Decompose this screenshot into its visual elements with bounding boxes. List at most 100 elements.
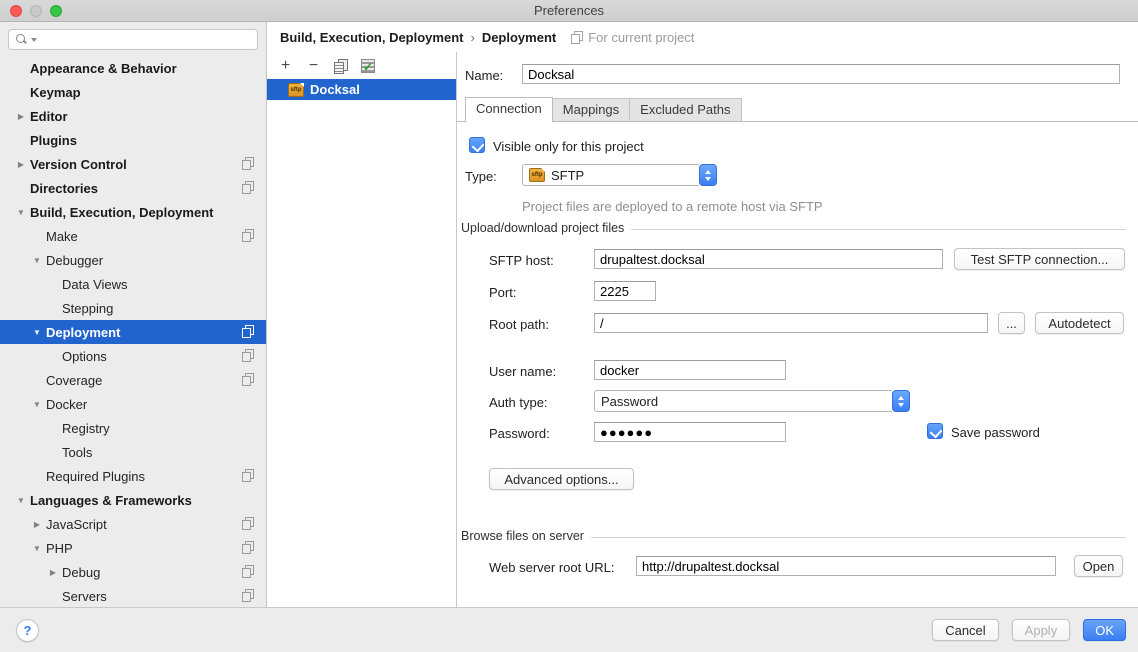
sidebar-item-editor[interactable]: ▶Editor <box>0 104 266 128</box>
web-root-input[interactable] <box>636 556 1056 576</box>
sidebar-item-stepping[interactable]: Stepping <box>0 296 266 320</box>
sftp-host-input[interactable] <box>594 249 943 269</box>
sidebar-item-coverage[interactable]: Coverage <box>0 368 266 392</box>
root-path-input[interactable] <box>594 313 988 333</box>
use-as-default-icon[interactable] <box>360 59 375 73</box>
sidebar-item-appearance-behavior[interactable]: Appearance & Behavior <box>0 56 266 80</box>
deployment-form: Name: ConnectionMappingsExcluded Paths V… <box>457 52 1138 607</box>
auth-type-dropdown-stepper-icon[interactable] <box>892 390 910 412</box>
sidebar-item-data-views[interactable]: Data Views <box>0 272 266 296</box>
chevron-right-icon[interactable]: ▶ <box>12 112 30 121</box>
sidebar-item-debugger[interactable]: ▼Debugger <box>0 248 266 272</box>
project-scope-icon <box>571 31 583 44</box>
sidebar-item-docker[interactable]: ▼Docker <box>0 392 266 416</box>
root-path-label: Root path: <box>489 317 549 332</box>
sidebar-item-label: Keymap <box>30 85 81 100</box>
upload-section-label: Upload/download project files <box>461 221 624 235</box>
chevron-down-icon[interactable]: ▼ <box>12 208 30 217</box>
sidebar-item-plugins[interactable]: Plugins <box>0 128 266 152</box>
auth-type-dropdown[interactable]: Password <box>594 390 910 412</box>
sidebar-item-keymap[interactable]: Keymap <box>0 80 266 104</box>
add-server-icon[interactable]: + <box>278 59 293 73</box>
tab-connection[interactable]: Connection <box>465 97 553 122</box>
ok-button[interactable]: OK <box>1083 619 1126 641</box>
help-button[interactable]: ? <box>16 619 39 642</box>
test-sftp-connection-button[interactable]: Test SFTP connection... <box>954 248 1125 270</box>
sidebar-item-required-plugins[interactable]: Required Plugins <box>0 464 266 488</box>
sidebar-item-registry[interactable]: Registry <box>0 416 266 440</box>
autodetect-button[interactable]: Autodetect <box>1035 312 1124 334</box>
sidebar-item-label: Coverage <box>46 373 102 388</box>
settings-search-box[interactable] <box>8 29 258 50</box>
sidebar-item-tools[interactable]: Tools <box>0 440 266 464</box>
sidebar-item-label: Version Control <box>30 157 127 172</box>
chevron-right-icon[interactable]: ▶ <box>44 568 62 577</box>
tab-excluded-paths[interactable]: Excluded Paths <box>629 98 741 121</box>
settings-sidebar: Appearance & Behavior Keymap ▶EditorPlugin… <box>0 22 267 607</box>
chevron-down-icon[interactable]: ▼ <box>12 496 30 505</box>
chevron-down-icon[interactable]: ▼ <box>28 400 46 409</box>
server-list-toolbar: +− <box>267 52 456 79</box>
sidebar-item-directories[interactable]: Directories <box>0 176 266 200</box>
auth-type-value: Password <box>601 394 658 409</box>
name-input[interactable] <box>522 64 1120 84</box>
type-dropdown[interactable]: sftp SFTP <box>522 164 717 186</box>
close-window-button[interactable] <box>10 5 22 17</box>
upload-section-header: Upload/download project files <box>461 221 1126 235</box>
chevron-down-icon[interactable]: ▼ <box>28 256 46 265</box>
chevron-down-icon[interactable]: ▼ <box>28 544 46 553</box>
browse-section-label: Browse files on server <box>461 529 584 543</box>
preferences-window: Preferences Appearance & BehaviorKeymap▶… <box>0 0 1138 652</box>
server-item-label: Docksal <box>310 82 360 97</box>
advanced-options-button[interactable]: Advanced options... <box>489 468 634 490</box>
search-input[interactable] <box>41 33 251 47</box>
tab-bar: ConnectionMappingsExcluded Paths <box>457 98 1138 122</box>
sidebar-item-options[interactable]: Options <box>0 344 266 368</box>
server-list-panel: +− sftpDocksal <box>267 52 457 607</box>
chevron-right-icon[interactable]: ▶ <box>12 160 30 169</box>
project-scope-icon <box>242 181 254 194</box>
sidebar-item-label: Debugger <box>46 253 103 268</box>
section-divider <box>591 537 1126 538</box>
sidebar-item-debug[interactable]: ▶Debug <box>0 560 266 584</box>
open-url-button[interactable]: Open <box>1074 555 1123 577</box>
browse-root-path-button[interactable]: ... <box>998 312 1025 334</box>
scope-label: For current project <box>588 30 694 45</box>
auth-type-label: Auth type: <box>489 395 548 410</box>
visible-only-label: Visible only for this project <box>493 139 644 154</box>
password-input[interactable] <box>594 422 786 442</box>
sidebar-item-javascript[interactable]: ▶JavaScript <box>0 512 266 536</box>
search-options-caret-icon[interactable] <box>31 38 37 42</box>
chevron-down-icon[interactable]: ▼ <box>28 328 46 337</box>
type-dropdown-stepper-icon[interactable] <box>699 164 717 186</box>
browse-section-header: Browse files on server <box>461 529 1126 543</box>
server-item-docksal[interactable]: sftpDocksal <box>267 79 456 100</box>
user-name-input[interactable] <box>594 360 786 380</box>
sidebar-item-version-control[interactable]: ▶Version Control <box>0 152 266 176</box>
save-password-checkbox[interactable] <box>927 423 943 439</box>
server-list: sftpDocksal <box>267 79 456 607</box>
port-input[interactable] <box>594 281 656 301</box>
sidebar-item-label: PHP <box>46 541 73 556</box>
minimize-window-button[interactable] <box>30 5 42 17</box>
cancel-button[interactable]: Cancel <box>932 619 998 641</box>
sidebar-item-label: Appearance & Behavior <box>30 61 177 76</box>
sidebar-item-label: Options <box>62 349 107 364</box>
sidebar-item-make[interactable]: Make <box>0 224 266 248</box>
project-scope-icon <box>242 469 254 482</box>
sidebar-item-build-execution-deployment[interactable]: ▼Build, Execution, Deployment <box>0 200 266 224</box>
sidebar-item-deployment[interactable]: ▼Deployment <box>0 320 266 344</box>
user-name-label: User name: <box>489 364 556 379</box>
remove-server-icon[interactable]: − <box>306 59 321 73</box>
project-scope-icon <box>242 349 254 362</box>
zoom-window-button[interactable] <box>50 5 62 17</box>
tab-mappings[interactable]: Mappings <box>552 98 630 121</box>
sidebar-item-languages-frameworks[interactable]: ▼Languages & Frameworks <box>0 488 266 512</box>
sidebar-item-servers[interactable]: Servers <box>0 584 266 607</box>
copy-server-icon[interactable] <box>334 59 347 73</box>
apply-button[interactable]: Apply <box>1012 619 1071 641</box>
breadcrumb-group[interactable]: Build, Execution, Deployment <box>280 30 463 45</box>
sidebar-item-php[interactable]: ▼PHP <box>0 536 266 560</box>
visible-only-checkbox[interactable] <box>469 137 485 153</box>
chevron-right-icon[interactable]: ▶ <box>28 520 46 529</box>
